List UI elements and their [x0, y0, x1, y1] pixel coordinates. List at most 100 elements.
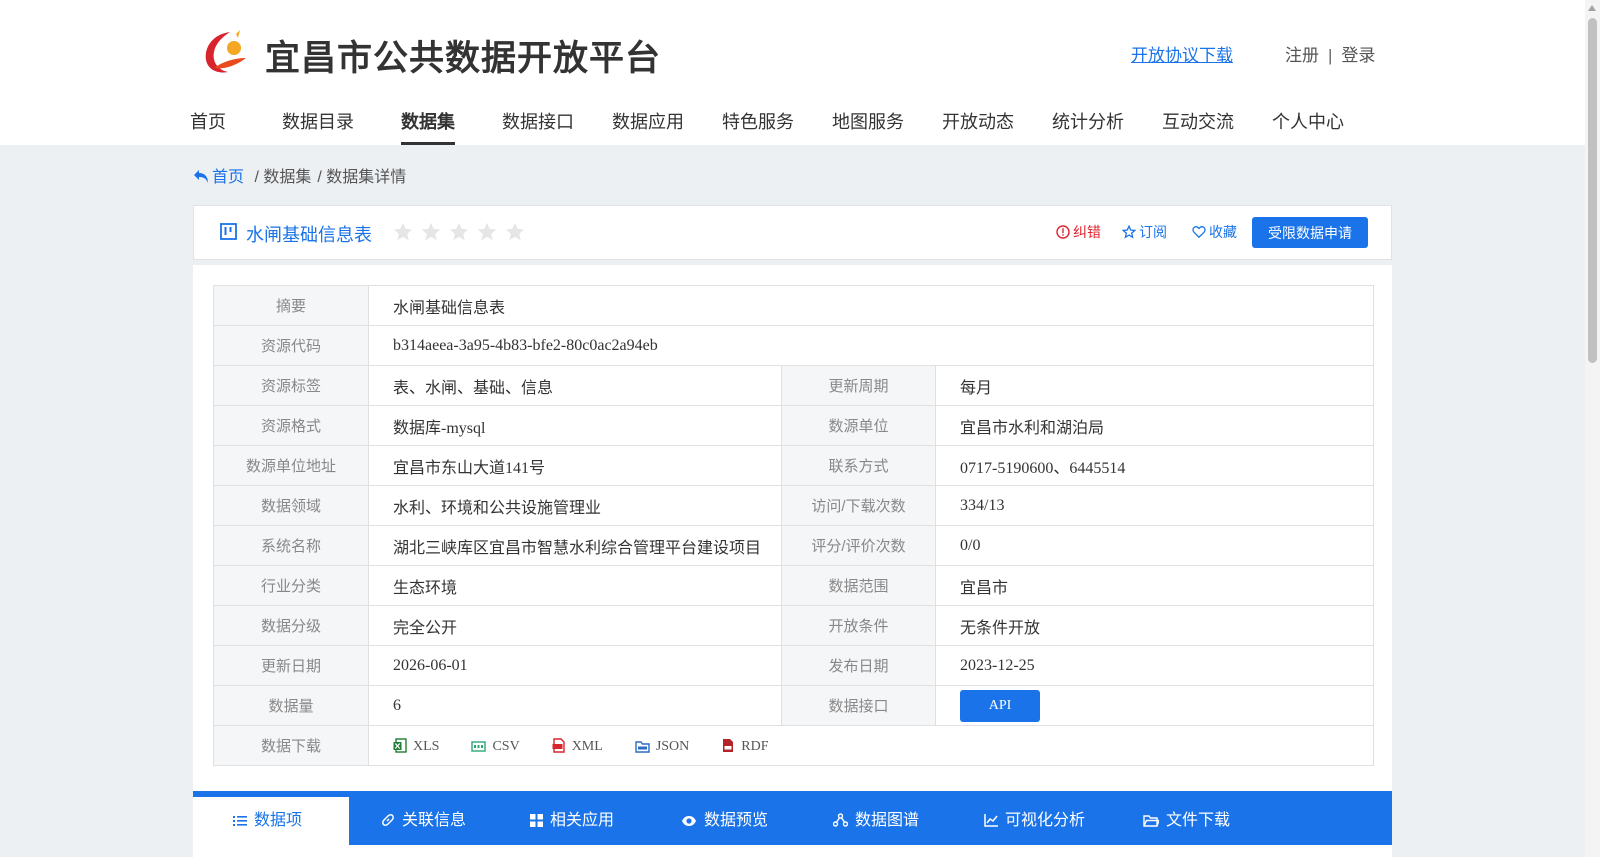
nav-item-map[interactable]: 地图服务: [832, 108, 904, 145]
folder-icon: [1143, 815, 1160, 827]
field-value: 湖北三峡库区宜昌市智慧水利综合管理平台建设项目: [368, 525, 782, 566]
field-value: 完全公开: [368, 605, 782, 646]
subscribe-button[interactable]: 订阅: [1121, 222, 1167, 242]
link-icon: [382, 814, 394, 826]
auth-links: 注册 | 登录: [1285, 41, 1375, 66]
tab-content-area: [193, 845, 1392, 857]
scroll-thumb[interactable]: [1588, 18, 1597, 363]
nav-item-datasets[interactable]: 数据集: [401, 108, 455, 145]
rating-stars[interactable]: [392, 221, 532, 248]
breadcrumb-home[interactable]: 首页: [193, 169, 248, 186]
nav-item-api[interactable]: 数据接口: [502, 108, 574, 145]
download-xml-label: XML: [571, 738, 603, 754]
table-board-icon: [220, 223, 237, 240]
code-label: 资源代码: [213, 325, 369, 366]
field-label: 开放条件: [781, 605, 936, 646]
download-csv-link[interactable]: CSV: [471, 738, 520, 755]
table-row: 数源单位地址 宜昌市东山大道141号 联系方式 0717-5190600、644551…: [213, 445, 1374, 486]
nav-item-home[interactable]: 首页: [190, 108, 226, 145]
table-row: 数据量 6 数据接口 API: [213, 685, 1374, 726]
table-row: 摘要 水闸基础信息表: [213, 285, 1374, 326]
interface-label: 数据接口: [781, 685, 936, 726]
star-icon[interactable]: [476, 221, 498, 243]
heart-outline-icon: [1192, 226, 1206, 239]
dataset-info-card: 摘要 水闸基础信息表 资源代码 b314aeea-3a95-4b83-bfe2-…: [193, 265, 1392, 795]
field-label: 数源单位地址: [213, 445, 369, 486]
field-value: 宜昌市: [935, 565, 1374, 606]
tab-label: 相关应用: [550, 812, 615, 829]
table-row: 资源标签 表、水闸、基础、信息 更新周期 每月: [213, 365, 1374, 406]
api-button[interactable]: API: [960, 689, 1040, 722]
summary-label: 摘要: [213, 285, 369, 326]
nav-item-stats[interactable]: 统计分析: [1052, 108, 1124, 145]
field-value: 2023-12-25: [935, 645, 1374, 686]
field-label: 资源格式: [213, 405, 369, 446]
breadcrumb-datasets[interactable]: / 数据集: [254, 169, 311, 186]
subscribe-label: 订阅: [1139, 224, 1167, 240]
nav-item-news[interactable]: 开放动态: [942, 108, 1014, 145]
graph-icon: [832, 813, 849, 827]
download-json-label: JSON: [655, 738, 690, 754]
main-nav: 首页 数据目录 数据集 数据接口 数据应用 特色服务 地图服务 开放动态 统计分…: [0, 108, 1585, 145]
tab-related-info[interactable]: 关联信息: [341, 797, 506, 845]
field-label: 访问/下载次数: [781, 485, 936, 526]
tab-data-graph[interactable]: 数据图谱: [793, 797, 959, 845]
tab-label: 关联信息: [402, 812, 467, 829]
field-value: 无条件开放: [935, 605, 1374, 646]
table-row: 资源格式 数据库-mysql 数源单位 宜昌市水利和湖泊局: [213, 405, 1374, 446]
code-value: b314aeea-3a95-4b83-bfe2-80c0ac2a94eb: [368, 325, 1374, 366]
favorite-button[interactable]: 收藏: [1192, 222, 1237, 242]
page-scrollbar[interactable]: [1585, 0, 1600, 857]
download-json-link[interactable]: JSON: [635, 739, 689, 755]
star-icon[interactable]: [420, 221, 442, 243]
field-label: 更新日期: [213, 645, 369, 686]
download-xls-label: XLS: [413, 738, 440, 754]
table-row: 系统名称 湖北三峡库区宜昌市智慧水利综合管理平台建设项目 评分/评价次数 0/0: [213, 525, 1374, 566]
field-label: 联系方式: [781, 445, 936, 486]
list-icon: [233, 816, 247, 826]
breadcrumb-current: / 数据集详情: [317, 169, 407, 186]
download-rdf-link[interactable]: RDF: [721, 738, 769, 755]
table-row: 数据下载 XLS CSV XML JSON RDF: [213, 725, 1374, 766]
tab-file-download[interactable]: 文件下载: [1103, 797, 1270, 845]
dataset-title-bar: 水闸基础信息表 纠错 订阅 收藏 受限数据申请: [193, 205, 1392, 260]
agreement-download-link[interactable]: 开放协议下载: [1131, 41, 1233, 66]
tab-related-apps[interactable]: 相关应用: [490, 797, 654, 845]
login-link[interactable]: 登录: [1341, 46, 1375, 65]
tab-data-items[interactable]: 数据项: [193, 797, 349, 845]
nav-item-apps[interactable]: 数据应用: [612, 108, 684, 145]
field-value: 生态环境: [368, 565, 782, 606]
rdf-icon: [723, 738, 734, 752]
site-title: 宜昌市公共数据开放平台: [265, 39, 662, 79]
report-label: 纠错: [1073, 224, 1101, 240]
download-csv-label: CSV: [492, 738, 520, 754]
tab-visual-analysis[interactable]: 可视化分析: [944, 797, 1125, 845]
star-icon[interactable]: [504, 221, 526, 243]
download-xml-link[interactable]: XML: [552, 737, 603, 755]
field-value: 宜昌市水利和湖泊局: [935, 405, 1374, 446]
star-outline-icon: [1121, 224, 1137, 239]
scroll-up-arrow-icon[interactable]: [1588, 5, 1596, 11]
tab-label: 数据图谱: [855, 812, 920, 829]
tab-data-preview[interactable]: 数据预览: [641, 797, 808, 845]
breadcrumb: 首页 / 数据集 / 数据集详情: [193, 163, 406, 187]
nav-item-catalog[interactable]: 数据目录: [282, 108, 354, 145]
download-xls-link[interactable]: XLS: [393, 737, 440, 755]
eye-icon: [682, 816, 696, 826]
platform-logo: [205, 30, 246, 73]
star-icon[interactable]: [392, 221, 414, 243]
volume-value: 6: [368, 685, 782, 726]
field-label: 行业分类: [213, 565, 369, 606]
nav-item-personal[interactable]: 个人中心: [1272, 108, 1344, 145]
excel-icon: [393, 737, 407, 753]
volume-label: 数据量: [213, 685, 369, 726]
nav-item-interaction[interactable]: 互动交流: [1162, 108, 1234, 145]
back-arrow-icon: [194, 170, 208, 183]
report-error-button[interactable]: 纠错: [1056, 222, 1101, 242]
breadcrumb-home-label: 首页: [212, 169, 245, 186]
nav-item-services[interactable]: 特色服务: [722, 108, 794, 145]
restricted-data-apply-button[interactable]: 受限数据申请: [1252, 217, 1368, 248]
star-icon[interactable]: [448, 221, 470, 243]
field-value: 每月: [935, 365, 1374, 406]
register-link[interactable]: 注册: [1285, 46, 1319, 65]
